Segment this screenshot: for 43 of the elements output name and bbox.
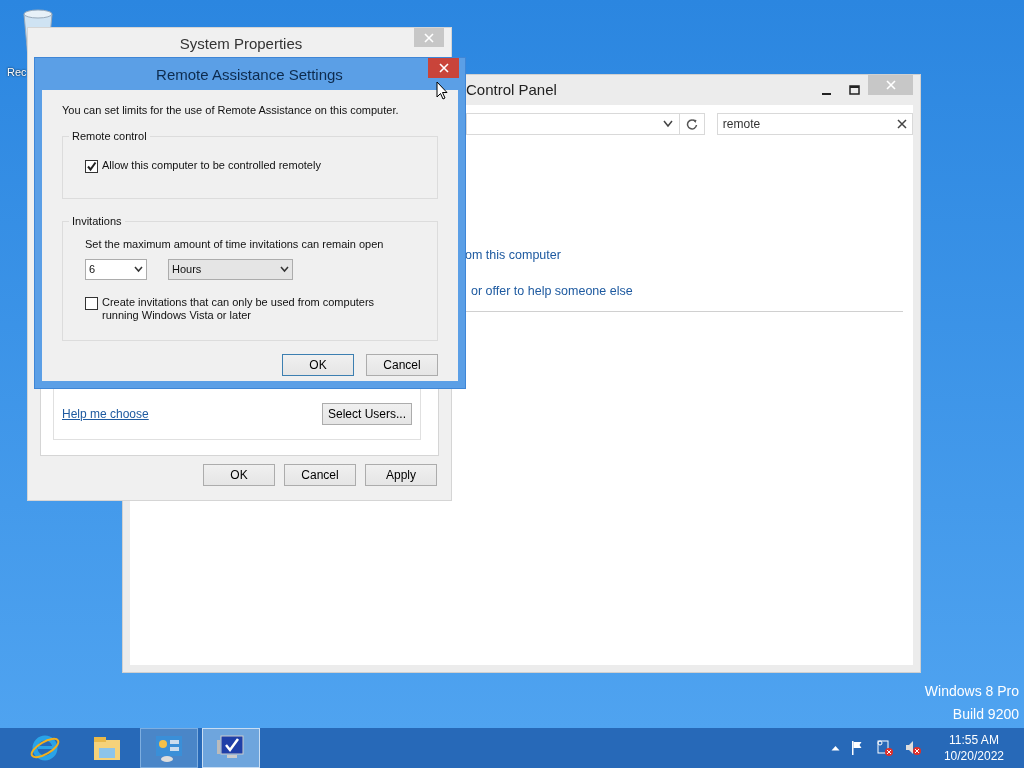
mouse-cursor-icon [436, 81, 448, 100]
link[interactable]: or offer to help someone else [465, 283, 913, 299]
select-users-button[interactable]: Select Users... [322, 402, 412, 425]
checkbox[interactable] [85, 297, 98, 310]
checkbox-label: Allow this computer to be controlled remotely [102, 158, 322, 172]
prompt-text: Set the maximum amount of time invitations can remain open [85, 236, 385, 252]
link[interactable]: om this computer [465, 247, 913, 263]
dialog-button[interactable]: Cancel [366, 353, 438, 376]
chevron-down-icon [280, 266, 289, 273]
speaker-muted-icon [903, 739, 922, 757]
dialog-title: Remote Assistance Settings [155, 65, 344, 85]
taskbar-button[interactable] [140, 728, 198, 768]
chevron-up-icon [830, 745, 840, 751]
chevron-down-icon [134, 266, 143, 273]
clear-icon [897, 119, 907, 129]
dialog-button[interactable]: OK [282, 353, 354, 376]
close-icon [885, 80, 896, 90]
minimize-icon [821, 93, 831, 95]
unit-dropdown[interactable]: Hours [168, 259, 293, 280]
close-button[interactable] [428, 58, 459, 78]
dialog-button[interactable]: Apply [365, 464, 437, 486]
network-error-icon [875, 739, 894, 757]
chevron-down-icon [663, 120, 674, 128]
desktop-icon-label[interactable]: Rec [7, 64, 27, 81]
clock[interactable]: 11:55 AM 10/20/2022 [943, 732, 1004, 764]
close-icon [438, 63, 449, 73]
close-icon [424, 32, 434, 43]
refresh-icon [686, 118, 699, 130]
dialog-button[interactable]: OK [203, 464, 275, 486]
search-field[interactable]: remote [716, 113, 913, 135]
window-title: Control Panel [466, 79, 558, 100]
checkbox[interactable] [85, 159, 98, 173]
taskbar-button[interactable] [202, 728, 260, 768]
amount-dropdown[interactable]: 6 [85, 259, 147, 280]
dialog-button[interactable]: Cancel [284, 464, 356, 486]
maximize-icon [848, 85, 860, 95]
edition-text: Windows 8 Pro [924, 682, 1019, 701]
intro-text: You can set limits for the use of Remote Assistance on this computer. [62, 103, 400, 118]
window-title: System Properties [178, 34, 304, 54]
refresh-button[interactable] [680, 113, 705, 135]
help-link[interactable]: Help me choose [62, 404, 149, 423]
checkbox-label: Create invitations that can only be used from computers running Windows Vista or later [102, 296, 376, 322]
edition-text: Build 9200 [952, 705, 1019, 724]
